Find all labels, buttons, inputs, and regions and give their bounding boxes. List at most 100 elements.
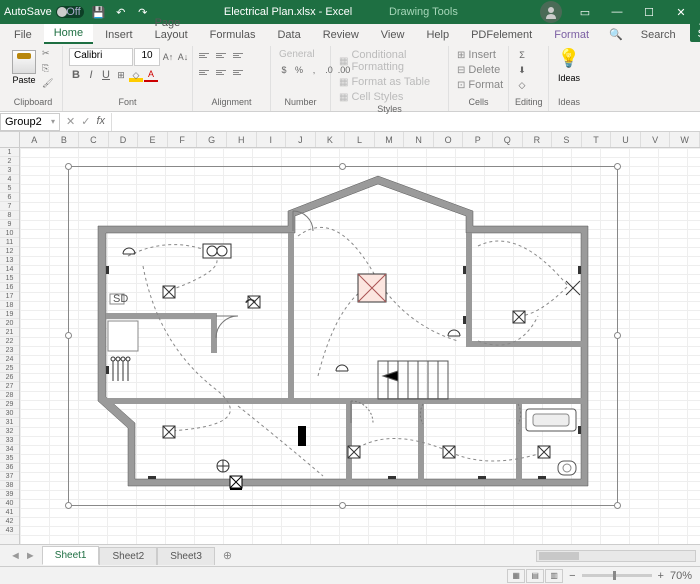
row-header[interactable]: 8 <box>0 211 19 220</box>
align-middle-icon[interactable] <box>216 48 232 62</box>
comma-icon[interactable]: , <box>307 63 321 77</box>
column-header[interactable]: W <box>670 132 700 147</box>
row-headers[interactable]: 1234567891011121314151617181920212223242… <box>0 148 20 544</box>
row-header[interactable]: 4 <box>0 175 19 184</box>
fill-color-icon[interactable]: ◇ <box>129 68 143 82</box>
column-header[interactable]: P <box>463 132 493 147</box>
name-box[interactable]: Group2▾ <box>0 113 60 131</box>
row-header[interactable]: 3 <box>0 166 19 175</box>
column-header[interactable]: L <box>345 132 375 147</box>
column-header[interactable]: D <box>109 132 139 147</box>
column-header[interactable]: R <box>523 132 553 147</box>
column-header[interactable]: E <box>138 132 168 147</box>
undo-icon[interactable]: ↶ <box>114 5 128 19</box>
formula-bar[interactable] <box>111 113 700 131</box>
row-header[interactable]: 37 <box>0 472 19 481</box>
resize-handle[interactable] <box>65 332 72 339</box>
align-top-icon[interactable] <box>199 48 215 62</box>
share-button[interactable]: ↗ Share <box>690 13 700 42</box>
row-header[interactable]: 35 <box>0 454 19 463</box>
row-header[interactable]: 26 <box>0 373 19 382</box>
align-left-icon[interactable] <box>199 65 215 79</box>
sheet-prev-icon[interactable]: ◄ <box>10 550 21 562</box>
zoom-in-icon[interactable]: + <box>658 570 664 582</box>
column-header[interactable]: K <box>316 132 346 147</box>
column-header[interactable]: F <box>168 132 198 147</box>
row-header[interactable]: 1 <box>0 148 19 157</box>
align-bottom-icon[interactable] <box>233 48 249 62</box>
decrease-font-icon[interactable]: A↓ <box>176 50 190 64</box>
tab-view[interactable]: View <box>371 26 415 44</box>
row-header[interactable]: 23 <box>0 346 19 355</box>
font-size-input[interactable]: 10 <box>134 48 160 66</box>
row-header[interactable]: 25 <box>0 364 19 373</box>
column-header[interactable]: G <box>197 132 227 147</box>
column-header[interactable]: U <box>611 132 641 147</box>
font-name-input[interactable]: Calibri <box>69 48 133 66</box>
sheet-next-icon[interactable]: ► <box>25 550 36 562</box>
row-header[interactable]: 21 <box>0 328 19 337</box>
tab-review[interactable]: Review <box>313 26 369 44</box>
column-header[interactable]: T <box>582 132 612 147</box>
row-header[interactable]: 28 <box>0 391 19 400</box>
font-color-icon[interactable]: A <box>144 68 158 82</box>
fill-icon[interactable]: ⬇ <box>515 63 529 77</box>
column-header[interactable]: N <box>404 132 434 147</box>
tab-pdfelement[interactable]: PDFelement <box>461 26 542 44</box>
align-right-icon[interactable] <box>233 65 249 79</box>
row-header[interactable]: 11 <box>0 238 19 247</box>
column-header[interactable]: I <box>257 132 287 147</box>
zoom-slider[interactable] <box>582 574 652 577</box>
row-header[interactable]: 13 <box>0 256 19 265</box>
row-header[interactable]: 10 <box>0 229 19 238</box>
resize-handle[interactable] <box>614 502 621 509</box>
electrical-floorplan[interactable]: SD <box>88 176 598 496</box>
cut-icon[interactable]: ✂ <box>42 48 56 62</box>
percent-icon[interactable]: % <box>292 63 306 77</box>
bold-icon[interactable]: B <box>69 68 83 82</box>
format-as-table-button[interactable]: ▦ Format as Table <box>337 75 432 89</box>
column-header[interactable]: M <box>375 132 405 147</box>
row-header[interactable]: 2 <box>0 157 19 166</box>
row-header[interactable]: 31 <box>0 418 19 427</box>
normal-view-icon[interactable]: ▦ <box>507 569 525 583</box>
select-all-corner[interactable] <box>0 132 20 148</box>
row-header[interactable]: 9 <box>0 220 19 229</box>
add-sheet-button[interactable]: ⊕ <box>215 546 240 565</box>
row-header[interactable]: 15 <box>0 274 19 283</box>
delete-cells-button[interactable]: ⊟ Delete <box>455 63 502 77</box>
underline-icon[interactable]: U <box>99 68 113 82</box>
currency-icon[interactable]: $ <box>277 63 291 77</box>
minimize-icon[interactable]: — <box>602 0 632 24</box>
row-header[interactable]: 39 <box>0 490 19 499</box>
row-header[interactable]: 27 <box>0 382 19 391</box>
column-header[interactable]: H <box>227 132 257 147</box>
search-label[interactable]: Search <box>631 26 686 44</box>
page-break-view-icon[interactable]: ▥ <box>545 569 563 583</box>
horizontal-scrollbar[interactable] <box>536 550 696 562</box>
search-icon[interactable]: 🔍 <box>603 25 629 44</box>
row-header[interactable]: 18 <box>0 301 19 310</box>
column-header[interactable]: O <box>434 132 464 147</box>
number-format-select[interactable]: General <box>277 48 317 61</box>
enter-formula-icon[interactable]: ✓ <box>81 115 90 128</box>
row-header[interactable]: 34 <box>0 445 19 454</box>
resize-handle[interactable] <box>614 163 621 170</box>
increase-font-icon[interactable]: A↑ <box>161 50 175 64</box>
row-header[interactable]: 43 <box>0 526 19 535</box>
autosave-toggle[interactable]: AutoSave Off <box>4 6 84 18</box>
format-cells-button[interactable]: ⊡ Format <box>455 78 505 92</box>
tab-data[interactable]: Data <box>267 26 310 44</box>
sheet-tab-1[interactable]: Sheet1 <box>42 546 100 565</box>
ideas-icon[interactable]: 💡 <box>558 48 580 69</box>
row-header[interactable]: 33 <box>0 436 19 445</box>
column-header[interactable]: J <box>286 132 316 147</box>
column-header[interactable]: S <box>552 132 582 147</box>
row-header[interactable]: 19 <box>0 310 19 319</box>
resize-handle[interactable] <box>65 163 72 170</box>
user-avatar-icon[interactable] <box>540 1 562 23</box>
column-header[interactable]: V <box>641 132 671 147</box>
row-header[interactable]: 32 <box>0 427 19 436</box>
column-header[interactable]: C <box>79 132 109 147</box>
zoom-level[interactable]: 70% <box>670 570 692 582</box>
